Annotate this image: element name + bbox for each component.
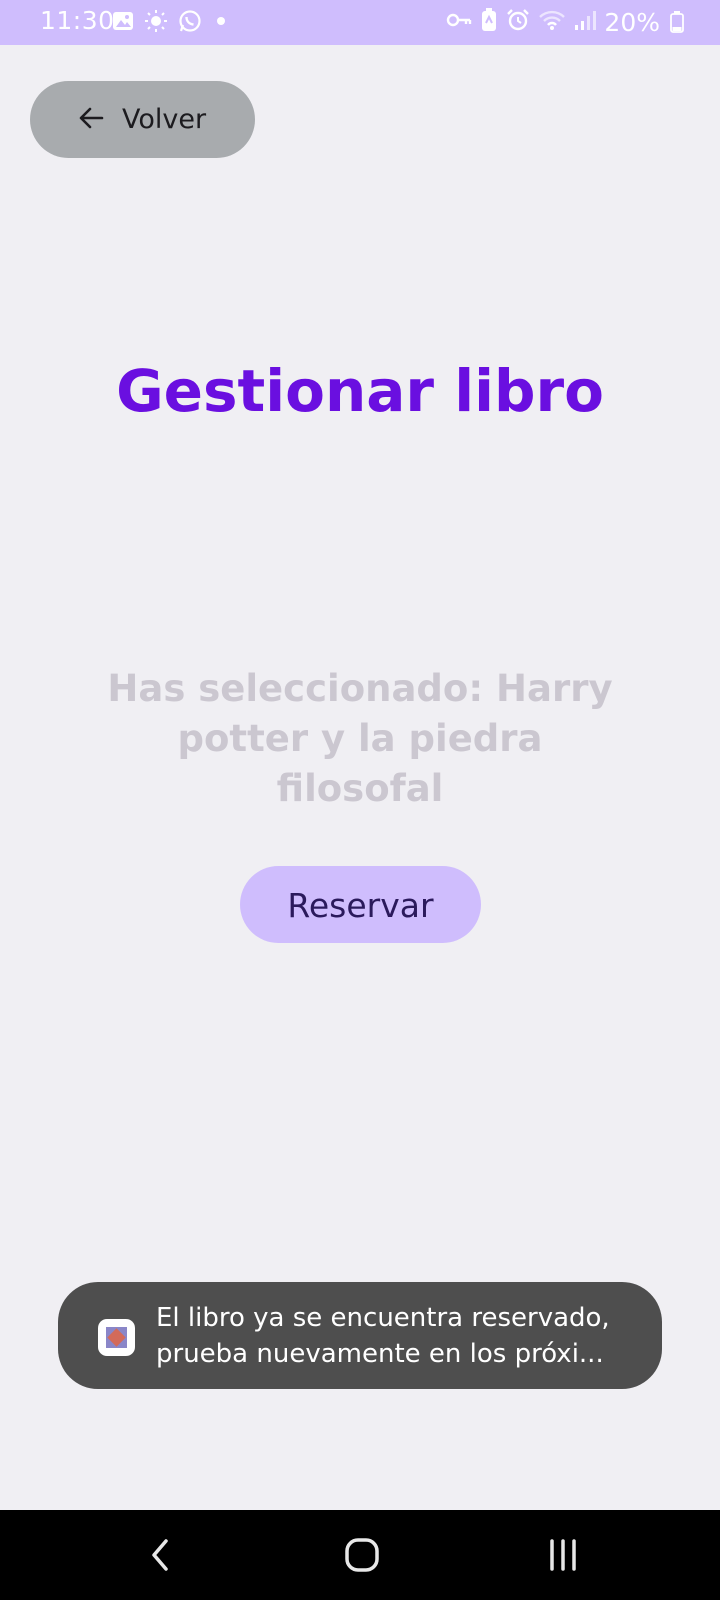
wifi-icon (538, 9, 566, 35)
toast-line-2: prueba nuevamente en los próxi... (156, 1339, 604, 1369)
toast-line-1: El libro ya se encuentra reservado, (156, 1303, 610, 1333)
whatsapp-icon (178, 9, 202, 37)
app-icon (98, 1319, 135, 1356)
recents-nav-icon[interactable] (518, 1510, 608, 1600)
toast-message: El libro ya se encuentra reservado, prue… (58, 1282, 662, 1389)
arrow-left-icon (78, 106, 104, 134)
home-nav-icon[interactable] (317, 1510, 407, 1600)
battery-percentage: 20% (604, 7, 660, 37)
back-nav-icon[interactable] (116, 1510, 206, 1600)
key-icon (446, 10, 472, 34)
selected-book-text: Has seleccionado: Harry potter y la pied… (107, 667, 613, 810)
image-icon (112, 10, 134, 36)
navigation-bar (0, 1510, 720, 1600)
back-button-label: Volver (122, 104, 207, 135)
reserve-button[interactable]: Reservar (240, 866, 481, 943)
status-right-icons: 20% (446, 7, 660, 37)
status-bar: 11:30 20% (0, 0, 720, 45)
alarm-icon (506, 8, 530, 36)
toast-text: El libro ya se encuentra reservado, prue… (156, 1300, 636, 1372)
battery-saver-icon (480, 8, 498, 36)
dot-icon (212, 12, 230, 34)
status-time: 11:30 (40, 6, 115, 35)
battery-icon (670, 11, 684, 33)
page-title: Gestionar libro (116, 357, 604, 425)
brightness-icon (144, 9, 168, 37)
signal-icon (574, 9, 597, 35)
back-button[interactable]: Volver (30, 81, 255, 158)
status-left-icons (112, 10, 230, 36)
